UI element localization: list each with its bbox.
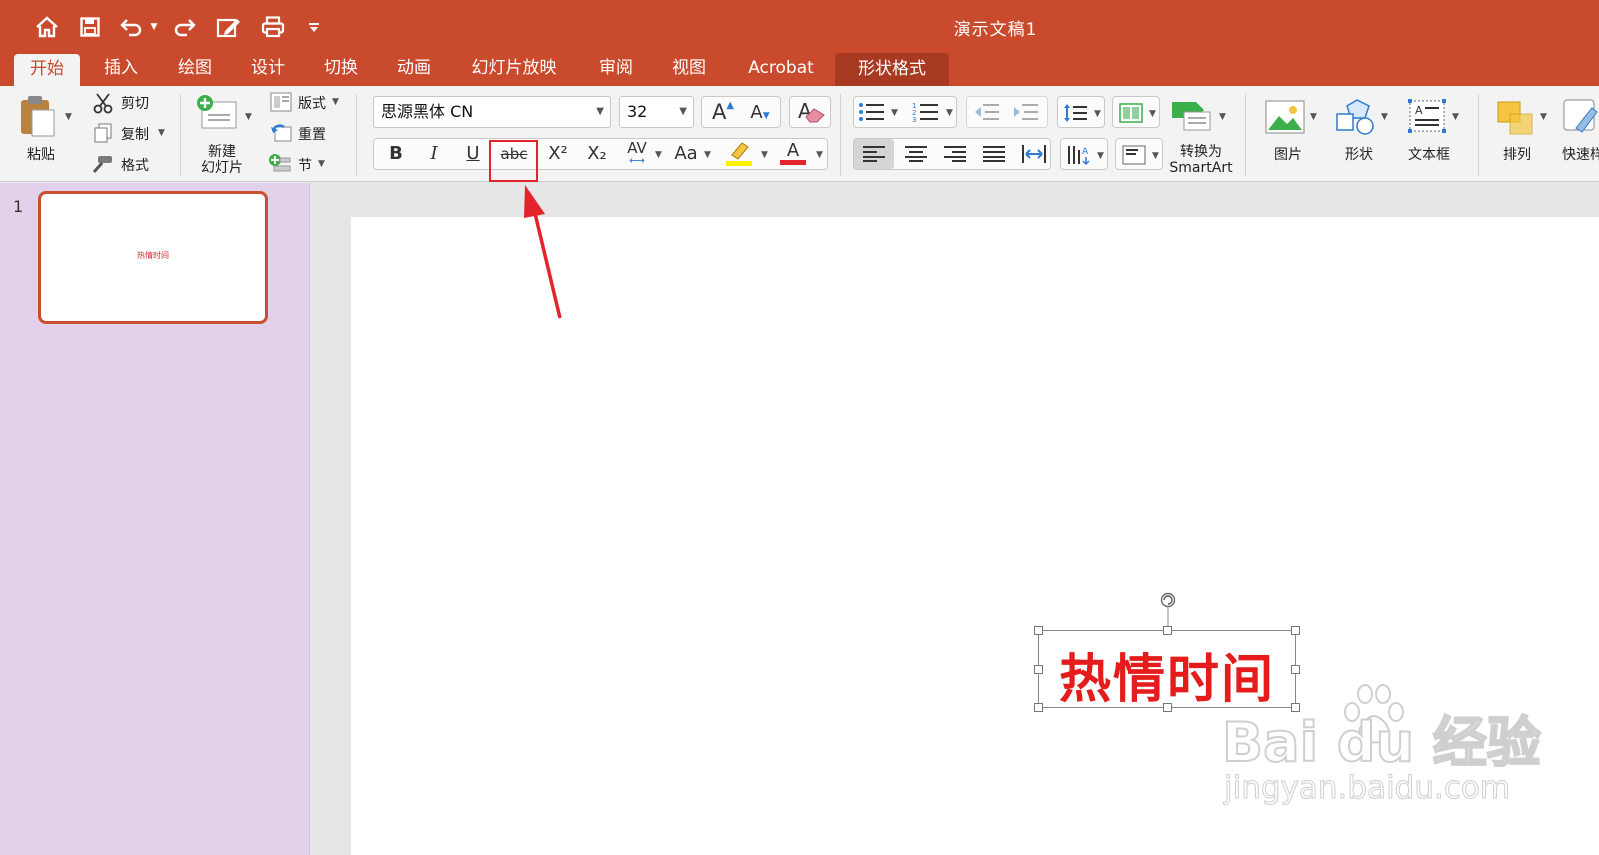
annotation-arrow-icon bbox=[524, 185, 562, 319]
